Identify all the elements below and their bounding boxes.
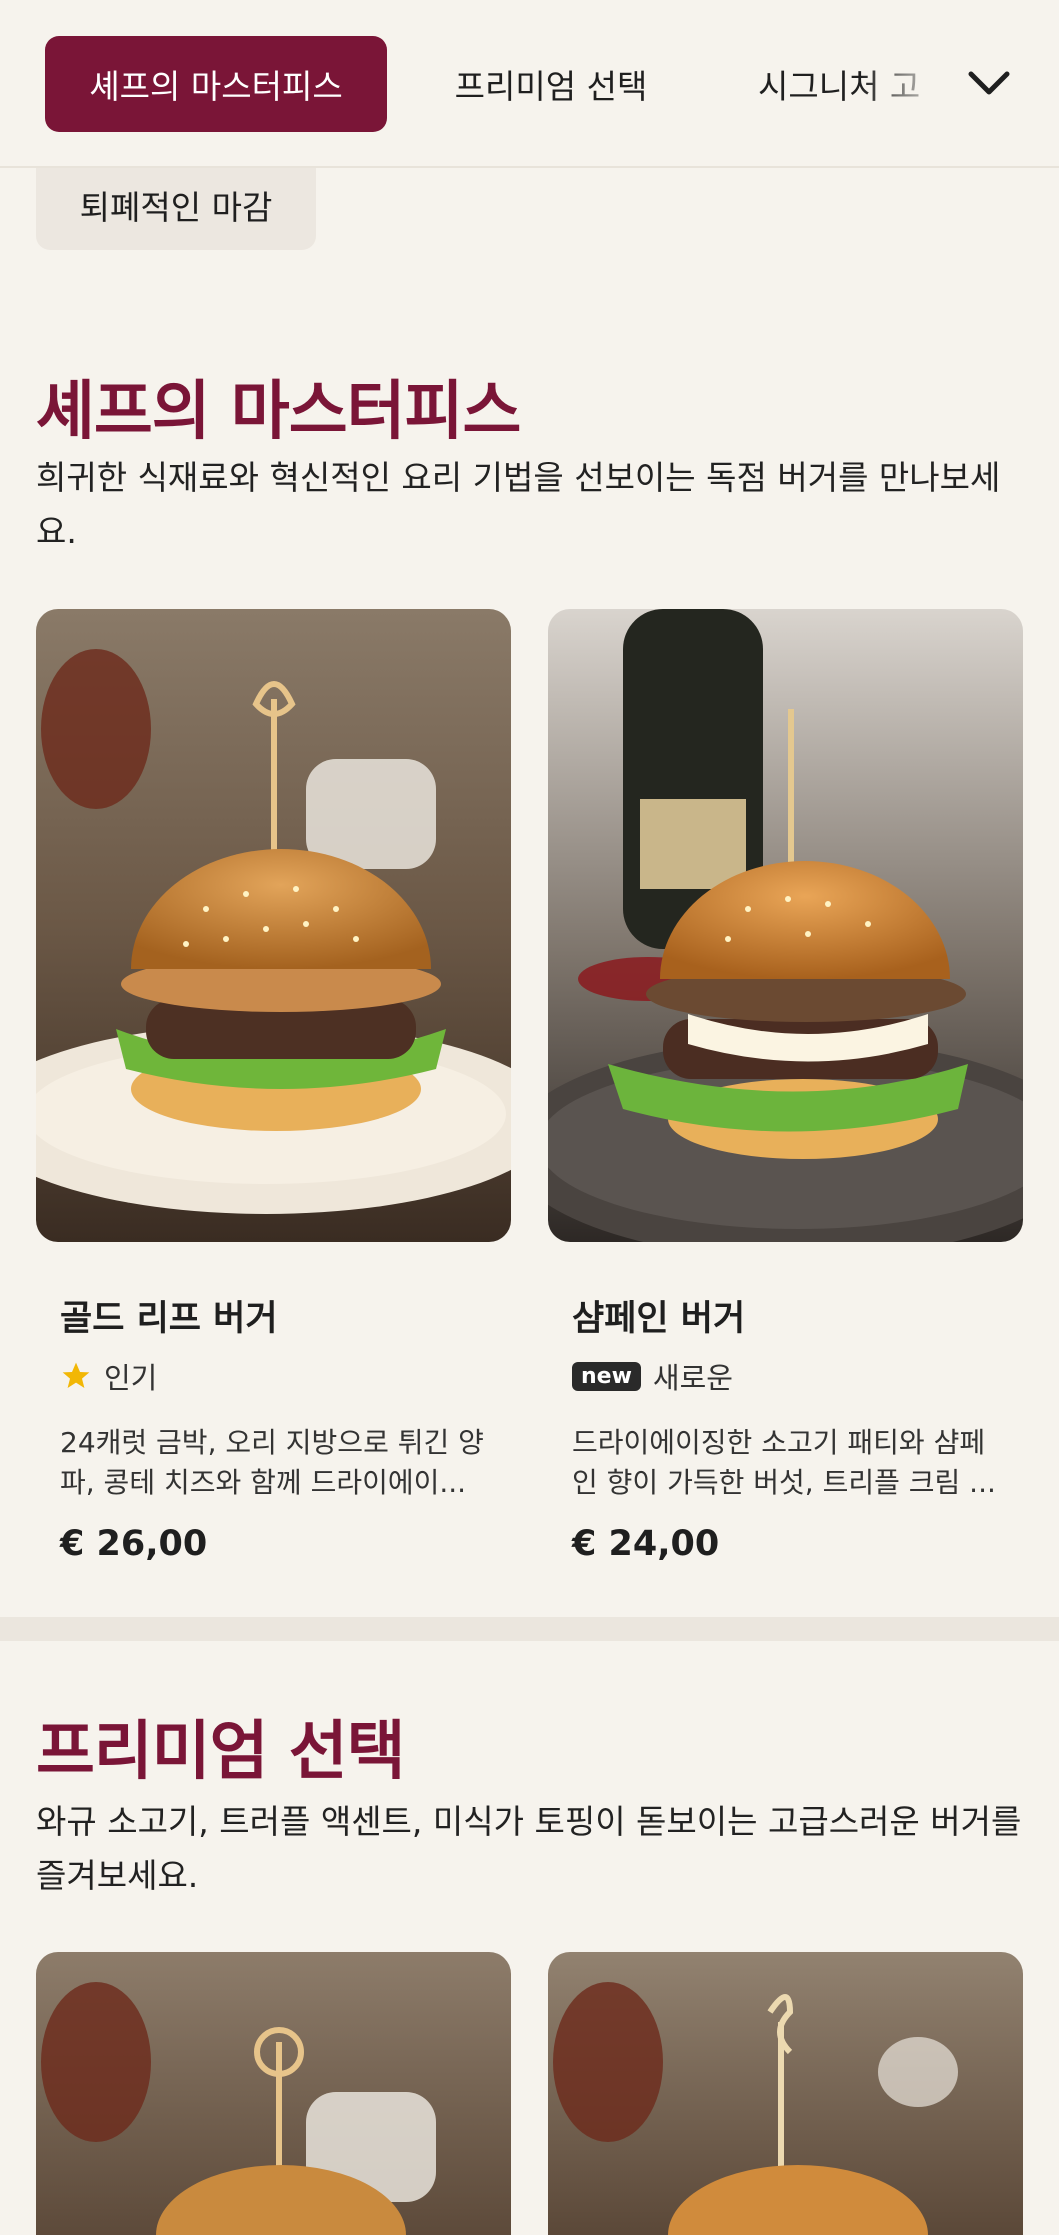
- filter-pill-decadent-finish[interactable]: 퇴폐적인 마감: [36, 160, 316, 250]
- item-description: 드라이에이징한 소고기 패티와 샴페인 향이 가득한 버섯, 트리플 크림 ..…: [572, 1426, 996, 1499]
- gold-leaf-burger-image[interactable]: [36, 609, 511, 1242]
- item-description: 24캐럿 금박, 오리 지방으로 튀긴 양파, 콩테 치즈와 함께 드라이에이.…: [60, 1426, 484, 1499]
- tab-premium-selection[interactable]: 프리미엄 선택: [430, 36, 672, 132]
- item-price: € 26,00: [60, 1524, 208, 1564]
- burger-image[interactable]: [548, 1952, 1023, 2235]
- badge-label: 새로운: [652, 1361, 733, 1395]
- champagne-burger-image[interactable]: [548, 609, 1023, 1242]
- section-title: 프리미엄 선택: [36, 1715, 406, 1789]
- category-nav: 셰프의 마스터피스 프리미엄 선택 시그니처 고: [0, 0, 1059, 168]
- star-icon: [62, 1362, 90, 1388]
- section-description: 와규 소고기, 트러플 액센트, 미식가 토핑이 돋보이는 고급스러운 버거를 …: [36, 1802, 1022, 1895]
- burger-image[interactable]: [36, 1952, 511, 2235]
- tab-chefs-masterpiece[interactable]: 셰프의 마스터피스: [45, 36, 387, 132]
- item-name[interactable]: 샴페인 버거: [572, 1290, 745, 1341]
- chevron-down-icon[interactable]: [963, 60, 1015, 108]
- item-price: € 24,00: [572, 1524, 720, 1564]
- section-divider: [0, 1617, 1059, 1641]
- new-tag: new: [572, 1361, 641, 1391]
- item-badge: new 새로운: [572, 1355, 733, 1397]
- nav-fade-overlay: [860, 0, 1059, 166]
- section-description: 희귀한 식재료와 혁신적인 요리 기법을 선보이는 독점 버거를 만나보세요.: [36, 458, 1001, 551]
- section-title: 셰프의 마스터피스: [36, 375, 521, 449]
- item-badge: 인기: [60, 1355, 157, 1397]
- item-name[interactable]: 골드 리프 버거: [60, 1290, 278, 1341]
- badge-label: 인기: [104, 1361, 158, 1395]
